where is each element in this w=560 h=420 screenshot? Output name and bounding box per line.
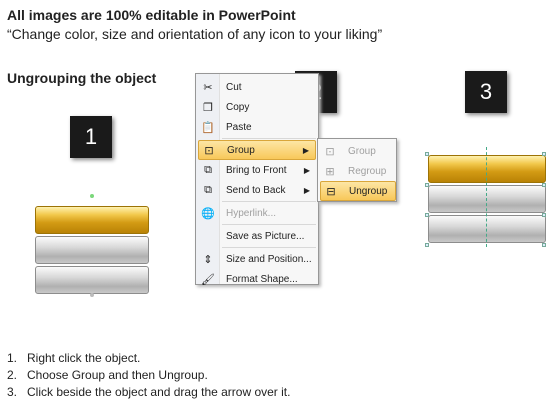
- instruction-item: 1. Right click the object.: [7, 350, 290, 367]
- menu-item-save-as-picture[interactable]: Save as Picture...: [198, 226, 316, 246]
- silver-bar[interactable]: [428, 215, 546, 243]
- silver-bar[interactable]: [35, 236, 149, 264]
- menu-item-label: Cut: [226, 81, 242, 93]
- menu-item-cut[interactable]: ✂ Cut: [198, 77, 316, 97]
- context-menu: ✂ Cut ❐ Copy 📋 Paste ⊡ Group ▶ ⧉ Bring t…: [195, 73, 319, 286]
- send-to-back-icon: ⧉: [204, 183, 212, 196]
- regroup-icon: ⊞: [325, 165, 335, 178]
- gold-bar[interactable]: [428, 155, 546, 183]
- submenu-arrow-icon: ▶: [303, 185, 310, 195]
- silver-bar[interactable]: [35, 266, 149, 294]
- submenu-item-ungroup[interactable]: ⊟ Ungroup: [320, 181, 396, 201]
- resize-handle[interactable]: [90, 293, 94, 297]
- menu-item-label: Copy: [226, 101, 250, 113]
- menu-item-label: Group: [227, 144, 255, 156]
- instruction-item: 2. Choose Group and then Ungroup.: [7, 367, 290, 384]
- resize-handle[interactable]: [425, 152, 429, 156]
- size-position-icon: ⇕: [203, 253, 213, 266]
- submenu-item-group[interactable]: ⊡ Group: [320, 141, 396, 161]
- menu-item-hyperlink[interactable]: 🌐 Hyperlink...: [198, 203, 316, 223]
- menu-separator: [222, 201, 316, 202]
- submenu-arrow-icon: ▶: [303, 165, 310, 175]
- ungrouped-object[interactable]: [428, 151, 546, 246]
- resize-handle[interactable]: [425, 243, 429, 247]
- paste-icon: 📋: [201, 121, 215, 134]
- menu-item-label: Bring to Front: [226, 164, 287, 176]
- grouped-object[interactable]: [35, 196, 149, 296]
- resize-handle[interactable]: [425, 183, 429, 187]
- menu-item-label: Group: [348, 145, 376, 157]
- menu-separator: [222, 138, 316, 139]
- menu-separator: [222, 247, 316, 248]
- section-heading: Ungrouping the object: [7, 70, 157, 86]
- resize-handle[interactable]: [425, 213, 429, 217]
- page-title: All images are 100% editable in PowerPoi…: [7, 7, 296, 23]
- menu-item-send-to-back[interactable]: ⧉ Send to Back ▶: [198, 180, 316, 200]
- ungroup-icon: ⊟: [326, 185, 336, 198]
- group-icon: ⊡: [204, 144, 214, 157]
- step-3-badge: 3: [465, 71, 507, 113]
- bring-to-front-icon: ⧉: [204, 163, 212, 176]
- menu-item-label: Size and Position...: [226, 253, 312, 265]
- menu-item-label: Ungroup: [349, 185, 388, 197]
- menu-item-label: Format Shape...: [226, 273, 298, 285]
- menu-item-paste[interactable]: 📋 Paste: [198, 117, 316, 137]
- resize-handle[interactable]: [542, 243, 546, 247]
- page-subtitle: “Change color, size and orientation of a…: [7, 26, 383, 42]
- menu-item-label: Hyperlink...: [226, 207, 277, 219]
- instruction-number: 2.: [7, 368, 18, 382]
- menu-item-copy[interactable]: ❐ Copy: [198, 97, 316, 117]
- resize-handle[interactable]: [542, 152, 546, 156]
- instruction-text: Choose Group and then Ungroup.: [27, 368, 208, 382]
- step-1-badge: 1: [70, 116, 112, 158]
- instruction-number: 3.: [7, 385, 18, 399]
- menu-item-label: Save as Picture...: [226, 230, 305, 242]
- menu-item-format-shape[interactable]: 🖌 Format Shape...: [198, 269, 316, 289]
- submenu-item-regroup[interactable]: ⊞ Regroup: [320, 161, 396, 181]
- menu-item-group[interactable]: ⊡ Group ▶: [198, 140, 316, 160]
- menu-item-label: Regroup: [348, 165, 387, 177]
- menu-item-bring-to-front[interactable]: ⧉ Bring to Front ▶: [198, 160, 316, 180]
- submenu-arrow-icon: ▶: [302, 145, 309, 155]
- menu-item-label: Send to Back: [226, 184, 286, 196]
- gold-bar[interactable]: [35, 206, 149, 234]
- menu-item-size-position[interactable]: ⇕ Size and Position...: [198, 249, 316, 269]
- instruction-list: 1. Right click the object. 2. Choose Gro…: [7, 350, 290, 401]
- group-icon: ⊡: [325, 145, 335, 158]
- hyperlink-icon: 🌐: [201, 207, 215, 220]
- resize-handle[interactable]: [542, 213, 546, 217]
- selection-guide: [486, 147, 487, 247]
- instruction-number: 1.: [7, 351, 18, 365]
- instruction-text: Right click the object.: [27, 351, 141, 365]
- menu-item-label: Paste: [226, 121, 252, 133]
- format-shape-icon: 🖌: [201, 273, 215, 286]
- group-submenu: ⊡ Group ⊞ Regroup ⊟ Ungroup: [317, 138, 397, 202]
- instruction-item: 3. Click beside the object and drag the …: [7, 384, 290, 401]
- scissors-icon: ✂: [203, 81, 213, 94]
- silver-bar[interactable]: [428, 185, 546, 213]
- copy-icon: ❐: [203, 101, 213, 114]
- menu-separator: [222, 224, 316, 225]
- instruction-text: Click beside the object and drag the arr…: [27, 385, 291, 399]
- resize-handle[interactable]: [542, 183, 546, 187]
